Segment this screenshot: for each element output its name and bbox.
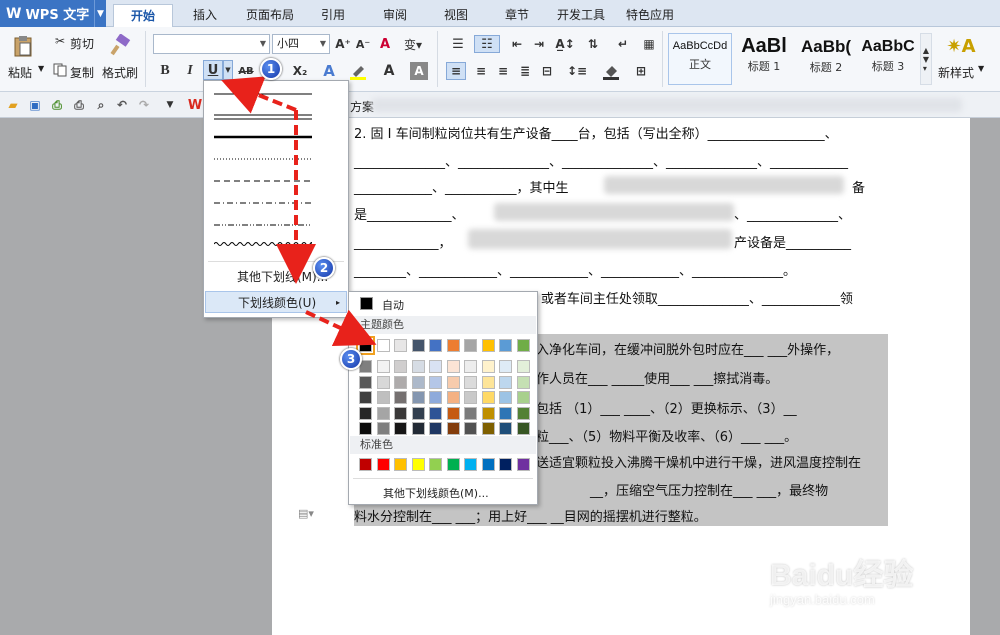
step1-arrow <box>221 76 297 114</box>
annotation-arrows <box>221 76 377 347</box>
step-badge-3: 3 <box>340 348 362 370</box>
step-badge-1: 1 <box>260 58 282 80</box>
baidu-jingyan-watermark: Baidu经验 jingyan.baidu.com <box>770 550 970 620</box>
step3-arrow <box>305 309 377 347</box>
watermark-url: jingyan.baidu.com <box>770 592 875 607</box>
watermark-brand: Baidu经验 <box>770 559 914 592</box>
step-badge-2: 2 <box>313 257 335 279</box>
